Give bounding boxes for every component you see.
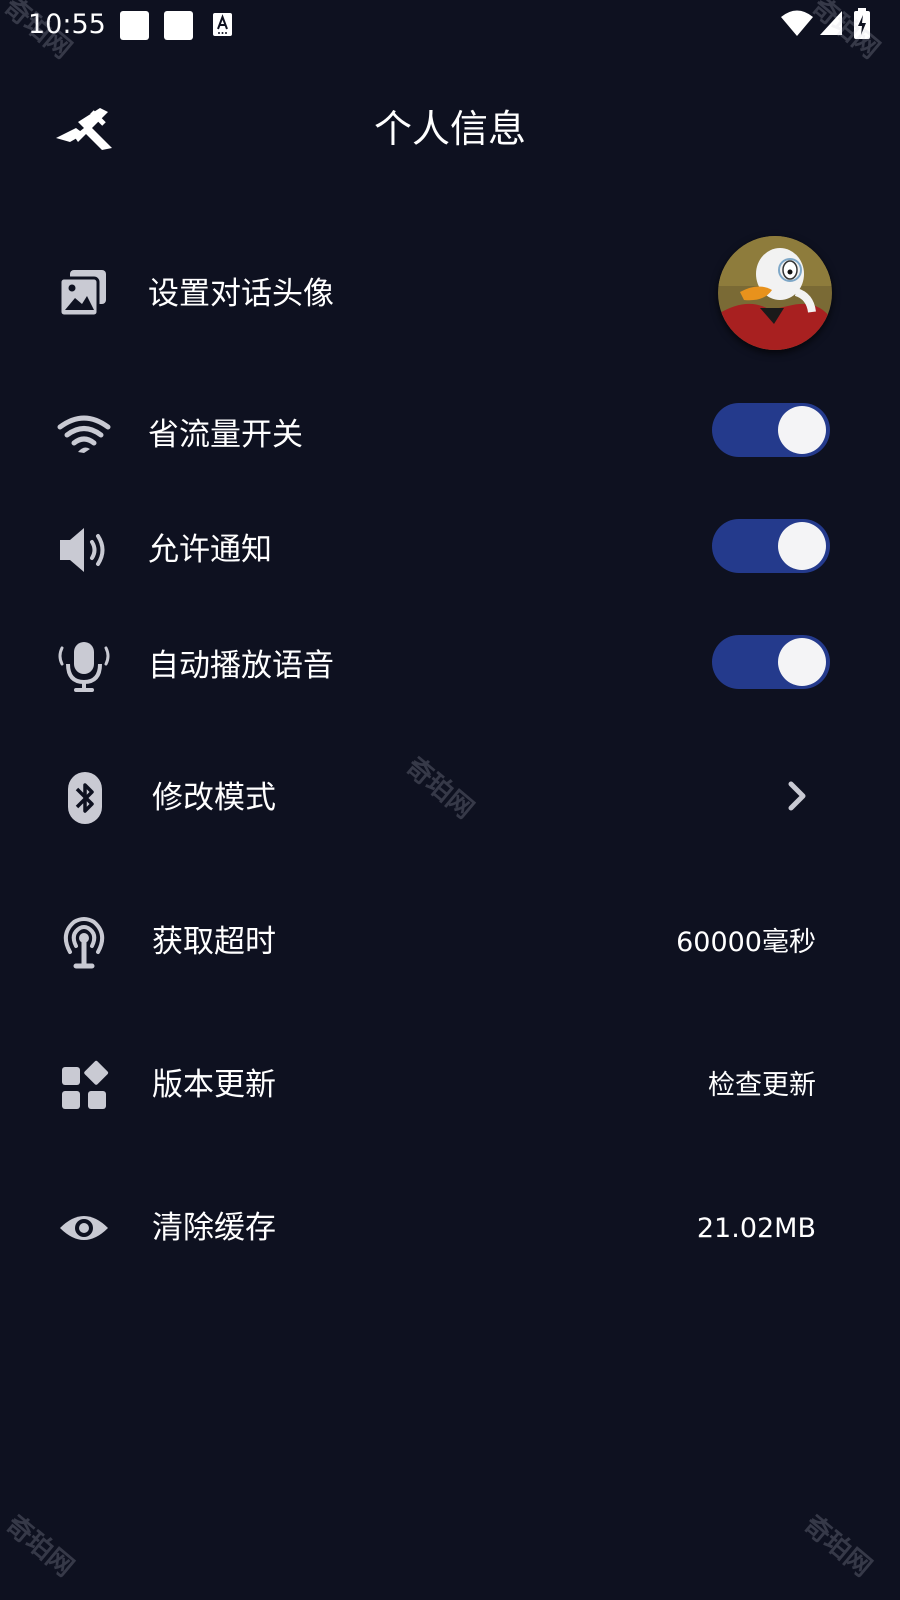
battery-charging-icon bbox=[854, 8, 870, 39]
cache-label: 清除缓存 bbox=[152, 1210, 276, 1246]
signal-icon bbox=[820, 11, 842, 35]
cache-value: 21.02MB bbox=[696, 1213, 816, 1244]
antenna-icon bbox=[63, 917, 105, 969]
update-row[interactable]: 版本更新 检查更新 bbox=[0, 1035, 900, 1135]
notifications-label: 允许通知 bbox=[148, 532, 272, 568]
wifi-icon bbox=[57, 415, 111, 453]
app-square-icon bbox=[120, 11, 149, 40]
bluetooth-icon bbox=[68, 772, 102, 824]
status-time: 10:55 bbox=[28, 9, 106, 40]
a-text-icon bbox=[213, 13, 232, 36]
toggle-knob bbox=[778, 522, 826, 570]
toggle-knob bbox=[778, 638, 826, 686]
speaker-icon bbox=[60, 528, 105, 572]
apps-grid-icon bbox=[62, 1060, 109, 1109]
notifications-toggle[interactable] bbox=[712, 519, 830, 573]
avatar[interactable] bbox=[718, 236, 832, 350]
app-square-icon bbox=[164, 11, 193, 40]
mode-label: 修改模式 bbox=[152, 780, 276, 816]
image-stack-icon bbox=[58, 270, 106, 318]
update-value[interactable]: 检查更新 bbox=[708, 1068, 816, 1104]
timeout-value: 60000毫秒 bbox=[676, 927, 816, 958]
watermark: 奇珀网 bbox=[0, 1509, 79, 1583]
chevron-right-icon bbox=[788, 781, 806, 811]
mode-row[interactable]: 修改模式 bbox=[0, 748, 900, 848]
update-label: 版本更新 bbox=[152, 1067, 276, 1103]
eye-icon bbox=[60, 1216, 108, 1240]
cache-row[interactable]: 清除缓存 21.02MB bbox=[0, 1178, 900, 1278]
timeout-label: 获取超时 bbox=[152, 924, 276, 960]
avatar-image bbox=[718, 236, 832, 350]
set-avatar-label: 设置对话头像 bbox=[148, 276, 334, 312]
header: 个人信息 bbox=[0, 90, 900, 170]
page-title: 个人信息 bbox=[373, 107, 526, 151]
data-saver-label: 省流量开关 bbox=[148, 417, 303, 453]
timeout-row[interactable]: 获取超时 60000毫秒 bbox=[0, 892, 900, 992]
microphone-icon bbox=[58, 642, 110, 692]
data-saver-toggle[interactable] bbox=[712, 403, 830, 457]
auto-voice-toggle[interactable] bbox=[712, 635, 830, 689]
toggle-knob bbox=[778, 406, 826, 454]
auto-voice-label: 自动播放语音 bbox=[148, 648, 334, 684]
wifi-icon bbox=[781, 10, 813, 36]
watermark: 奇珀网 bbox=[797, 1509, 877, 1583]
status-bar: 10:55 bbox=[0, 0, 900, 50]
